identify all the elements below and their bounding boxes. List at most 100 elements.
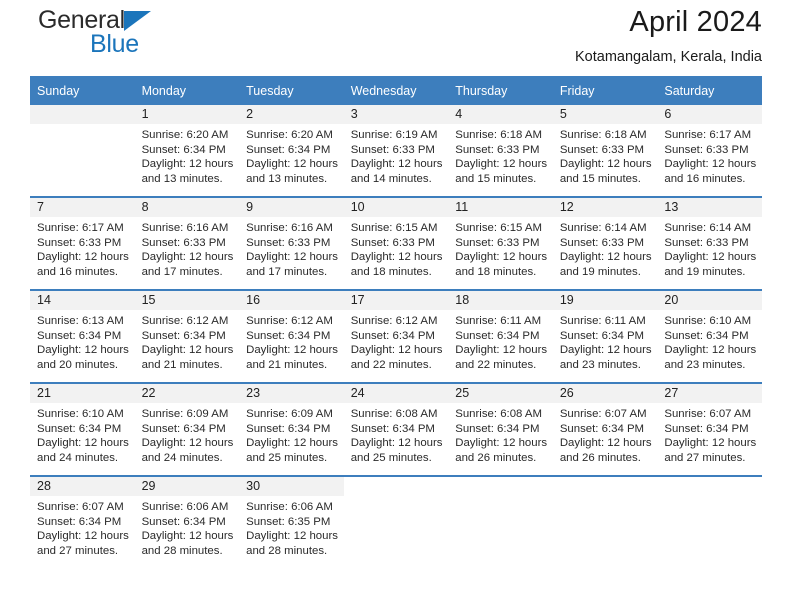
daylight-line-1: Daylight: 12 hours [246,437,338,450]
day-sun-info: Sunrise: 6:09 AM Sunset: 6:34 PM Daylight:… [239,403,344,465]
daylight-line-1: Daylight: 12 hours [664,437,757,450]
calendar-day-cell[interactable]: 6 Sunrise: 6:17 AM Sunset: 6:33 PM Daylight… [657,105,762,196]
calendar-day-cell[interactable]: 14 Sunrise: 6:13 AM Sunset: 6:34 PM Dayligh… [30,291,135,382]
calendar-day-cell[interactable]: 26 Sunrise: 6:07 AM Sunset: 6:34 PM Dayligh… [552,384,658,475]
sunset-time: Sunset: 6:34 PM [37,515,122,528]
daylight-line-1: Daylight: 12 hours [37,344,129,357]
sunset-time: Sunset: 6:34 PM [246,422,331,435]
weekday-header-thursday: Thursday [448,76,553,105]
daylight-line-2: and 14 minutes. [350,172,432,185]
sunset-time: Sunset: 6:34 PM [455,422,540,435]
day-number: 9 [239,198,344,217]
brand-logo[interactable]: General Blue [30,8,230,64]
sunset-time: Sunset: 6:34 PM [455,329,540,342]
calendar-week-row: 14 Sunrise: 6:13 AM Sunset: 6:34 PM Dayligh… [30,289,762,383]
calendar-day-cell[interactable]: 18 Sunrise: 6:11 AM Sunset: 6:34 PM Dayligh… [448,291,553,382]
calendar-day-cell[interactable]: 28 Sunrise: 6:07 AM Sunset: 6:34 PM Dayligh… [30,477,135,568]
day-number [657,477,762,496]
daylight-line-2: and 22 minutes. [350,358,432,371]
day-sun-info: Sunrise: 6:06 AM Sunset: 6:35 PM Daylight:… [239,496,344,558]
daylight-line-1: Daylight: 12 hours [246,344,338,357]
day-sun-info: Sunrise: 6:19 AM Sunset: 6:33 PM Daylight:… [344,124,449,186]
daylight-line-2: and 15 minutes. [455,172,537,185]
sunset-time: Sunset: 6:34 PM [141,143,226,156]
calendar-day-cell[interactable]: 1 Sunrise: 6:20 AM Sunset: 6:34 PM Daylight… [134,105,240,196]
day-number: 2 [239,105,344,124]
calendar-day-cell[interactable]: 10 Sunrise: 6:15 AM Sunset: 6:33 PM Dayligh… [343,198,449,289]
sunset-time: Sunset: 6:34 PM [246,329,331,342]
calendar-day-cell[interactable]: 11 Sunrise: 6:15 AM Sunset: 6:33 PM Dayligh… [448,198,553,289]
sunrise-time: Sunrise: 6:18 AM [455,129,542,141]
calendar-day-cell[interactable]: 7 Sunrise: 6:17 AM Sunset: 6:33 PM Daylight… [30,198,135,289]
calendar-day-cell[interactable]: 24 Sunrise: 6:08 AM Sunset: 6:34 PM Dayligh… [343,384,449,475]
calendar-day-cell[interactable]: 15 Sunrise: 6:12 AM Sunset: 6:34 PM Dayligh… [134,291,240,382]
calendar-empty-cell [448,477,553,568]
sunset-time: Sunset: 6:33 PM [455,143,540,156]
calendar-day-cell[interactable]: 9 Sunrise: 6:16 AM Sunset: 6:33 PM Daylight… [239,198,344,289]
day-number: 22 [134,384,240,403]
brand-name-blue: Blue [90,30,139,58]
daylight-line-2: and 21 minutes. [246,358,328,371]
sunrise-time: Sunrise: 6:07 AM [37,501,124,513]
daylight-line-2: and 22 minutes. [455,358,537,371]
daylight-line-1: Daylight: 12 hours [455,437,548,450]
calendar-day-cell[interactable]: 16 Sunrise: 6:12 AM Sunset: 6:34 PM Dayligh… [239,291,344,382]
day-sun-info: Sunrise: 6:07 AM Sunset: 6:34 PM Daylight:… [553,403,658,465]
sunrise-time: Sunrise: 6:12 AM [141,315,229,327]
sunset-time: Sunset: 6:33 PM [350,236,435,249]
calendar-day-cell[interactable]: 20 Sunrise: 6:10 AM Sunset: 6:34 PM Dayligh… [657,291,762,382]
calendar-day-cell[interactable]: 5 Sunrise: 6:18 AM Sunset: 6:33 PM Daylight… [552,105,658,196]
calendar-day-cell[interactable]: 29 Sunrise: 6:06 AM Sunset: 6:34 PM Dayligh… [134,477,240,568]
page-subtitle: Kotamangalam, Kerala, India [575,49,762,66]
sunset-time: Sunset: 6:33 PM [664,143,749,156]
calendar-day-cell[interactable]: 30 Sunrise: 6:06 AM Sunset: 6:35 PM Dayligh… [239,477,344,568]
day-number: 3 [343,105,449,124]
sunrise-time: Sunrise: 6:07 AM [559,408,647,420]
sunrise-time: Sunrise: 6:19 AM [350,129,438,141]
day-number: 11 [448,198,553,217]
day-number: 20 [657,291,762,310]
sunset-time: Sunset: 6:33 PM [664,236,749,249]
sunrise-time: Sunrise: 6:17 AM [37,222,124,234]
calendar-week-row: 1 Sunrise: 6:20 AM Sunset: 6:34 PM Daylight… [30,105,762,197]
calendar-body: 1 Sunrise: 6:20 AM Sunset: 6:34 PM Daylight… [30,105,762,568]
calendar-day-cell[interactable]: 23 Sunrise: 6:09 AM Sunset: 6:34 PM Dayligh… [239,384,344,475]
day-number: 5 [552,105,658,124]
daylight-line-2: and 17 minutes. [141,265,223,278]
calendar-page: General Blue April 2024 Kotamangalam, Ke… [0,0,792,612]
calendar-day-cell[interactable]: 22 Sunrise: 6:09 AM Sunset: 6:34 PM Dayligh… [134,384,240,475]
daylight-line-2: and 23 minutes. [664,358,746,371]
daylight-line-1: Daylight: 12 hours [37,437,129,450]
daylight-line-1: Daylight: 12 hours [141,530,234,543]
sunset-time: Sunset: 6:33 PM [350,143,435,156]
day-number [448,477,553,496]
sunrise-time: Sunrise: 6:06 AM [141,501,229,513]
day-number: 24 [343,384,449,403]
daylight-line-2: and 18 minutes. [455,265,537,278]
daylight-line-2: and 28 minutes. [246,544,328,557]
daylight-line-2: and 13 minutes. [246,172,328,185]
calendar-day-cell[interactable]: 27 Sunrise: 6:07 AM Sunset: 6:34 PM Dayligh… [657,384,762,475]
calendar-day-cell[interactable]: 12 Sunrise: 6:14 AM Sunset: 6:33 PM Dayligh… [552,198,658,289]
calendar-week-row: 28 Sunrise: 6:07 AM Sunset: 6:34 PM Dayligh… [30,475,762,568]
calendar-day-cell[interactable]: 2 Sunrise: 6:20 AM Sunset: 6:34 PM Daylight… [239,105,344,196]
calendar-day-cell[interactable]: 17 Sunrise: 6:12 AM Sunset: 6:34 PM Dayligh… [343,291,449,382]
daylight-line-1: Daylight: 12 hours [559,344,652,357]
daylight-line-2: and 19 minutes. [559,265,641,278]
day-number: 7 [30,198,135,217]
sunrise-time: Sunrise: 6:12 AM [350,315,438,327]
daylight-line-1: Daylight: 12 hours [664,344,757,357]
day-sun-info: Sunrise: 6:15 AM Sunset: 6:33 PM Daylight:… [344,217,449,279]
sunrise-time: Sunrise: 6:07 AM [664,408,752,420]
calendar-day-cell[interactable]: 25 Sunrise: 6:08 AM Sunset: 6:34 PM Dayligh… [448,384,553,475]
daylight-line-1: Daylight: 12 hours [246,530,338,543]
calendar-day-cell[interactable]: 3 Sunrise: 6:19 AM Sunset: 6:33 PM Daylight… [343,105,449,196]
calendar-day-cell[interactable]: 4 Sunrise: 6:18 AM Sunset: 6:33 PM Daylight… [448,105,553,196]
daylight-line-2: and 20 minutes. [37,358,119,371]
calendar-day-cell[interactable]: 8 Sunrise: 6:16 AM Sunset: 6:33 PM Daylight… [134,198,240,289]
calendar-day-cell[interactable]: 19 Sunrise: 6:11 AM Sunset: 6:34 PM Dayligh… [552,291,658,382]
calendar-day-cell[interactable]: 13 Sunrise: 6:14 AM Sunset: 6:33 PM Dayligh… [657,198,762,289]
calendar-empty-cell [344,477,449,568]
calendar-day-cell[interactable]: 21 Sunrise: 6:10 AM Sunset: 6:34 PM Dayligh… [30,384,135,475]
day-sun-info: Sunrise: 6:09 AM Sunset: 6:34 PM Daylight:… [135,403,240,465]
